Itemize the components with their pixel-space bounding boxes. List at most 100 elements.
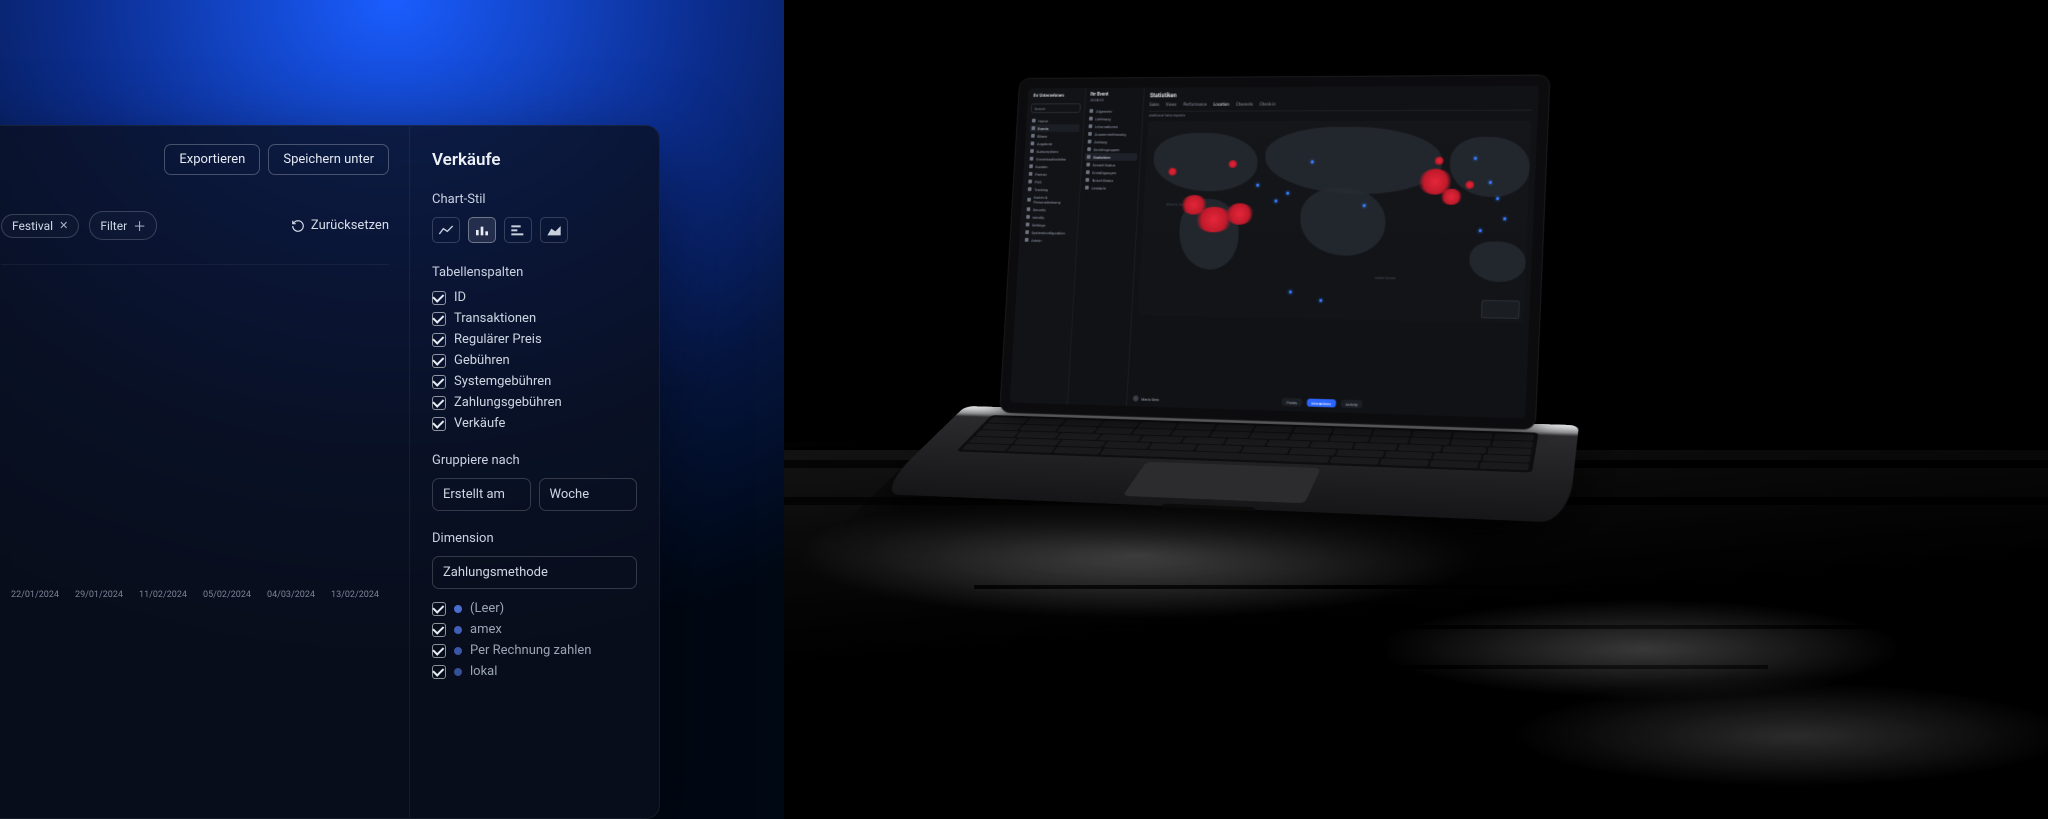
column-toggle[interactable]: Transaktionen [432,311,637,326]
filter-chip-festival[interactable]: Festival ✕ [1,214,79,238]
subnav-item[interactable]: Zusammenfassung [1086,130,1139,138]
menu-icon [1089,117,1093,121]
subnav-label: Bestell-Status [1093,162,1116,167]
menu-icon [1028,180,1032,184]
tab[interactable]: Views [1166,103,1177,108]
menu-icon [1025,230,1029,234]
checkbox[interactable] [432,312,446,326]
reset-button[interactable]: Zurücksetzen [291,218,389,233]
keyboard [956,415,1539,473]
chart-style-hbar[interactable] [504,217,532,243]
chart-style-bar[interactable] [468,217,496,243]
dimension-label: Per Rechnung zahlen [470,643,591,658]
user-chip[interactable]: Maria Stein [1133,395,1160,402]
subnav-item[interactable]: Statistiken [1085,153,1138,161]
sidebar-label: Home [1038,118,1048,123]
search-input[interactable]: Search [1031,103,1081,113]
sidebar-item[interactable]: Vorverkaufsstellen [1028,155,1078,163]
config-sidebar: Verkäufe Chart-Stil Tabellenspalten IDTr… [409,126,659,818]
sidebar-label: Partner [1035,172,1047,177]
sidebar-label: Angebote [1037,141,1053,146]
sidebar-label: Security [1033,207,1046,212]
menu-icon [1089,109,1093,113]
export-button[interactable]: Exportieren [164,144,260,175]
minimap[interactable] [1481,300,1520,319]
subnav-item[interactable]: Verkäufe [1083,184,1136,192]
axis-tick: 13/02/2024 [323,590,387,600]
dimension-item[interactable]: amex [432,622,637,637]
sidebar-item[interactable]: Subscriptions [1028,147,1078,155]
sidebar-item[interactable]: Karten & Personalisierung [1025,193,1076,206]
group-by-interval-select[interactable]: Woche [539,478,638,511]
menu-icon [1030,157,1034,161]
chart-style-area[interactable] [540,217,568,243]
menu-icon [1029,172,1033,176]
checkbox[interactable] [432,602,446,616]
column-toggle[interactable]: Zahlungsgebühren [432,395,637,410]
checkbox[interactable] [432,354,446,368]
avatar [1133,395,1139,401]
menu-icon [1085,178,1089,182]
column-toggle[interactable]: Systemgebühren [432,374,637,389]
tab[interactable]: Location [1213,103,1229,108]
sidebar-label: Subscriptions [1036,149,1058,154]
subnav-item[interactable]: Zahlung [1086,138,1139,146]
legend-item[interactable]: Points [1282,398,1302,407]
subnav-item[interactable]: Eintrittsgruppen [1085,145,1138,153]
subnav-item[interactable]: Bestell-Status [1084,161,1137,169]
chart-style-line[interactable] [432,217,460,243]
filter-chip-add[interactable]: Filter ＋ [89,211,157,240]
menu-icon [1085,186,1089,190]
column-label: Gebühren [454,353,510,368]
axis-tick: 22/01/2024 [3,590,67,600]
checkbox[interactable] [432,375,446,389]
group-by-field-select[interactable]: Erstellt am [432,478,531,511]
sidebar-item[interactable]: Angebote [1029,140,1079,148]
dimension-select[interactable]: Zahlungsmethode [432,556,637,589]
save-as-button[interactable]: Speichern unter [268,144,389,175]
dimension-item[interactable]: (Leer) [432,601,637,616]
checkbox[interactable] [432,665,446,679]
close-icon[interactable]: ✕ [59,219,68,232]
sidebar-item[interactable]: Admin [1023,236,1073,244]
subnav-label: Allgemein [1096,108,1112,113]
sidebar-item[interactable]: Kunden [1027,162,1077,170]
laptop-screen: Ihr Unternehmen Search HomeEventsBilanzA… [1010,86,1539,419]
checkbox[interactable] [432,623,446,637]
sidebar-item[interactable]: Home [1030,117,1080,125]
extra-tabs[interactable]: Additional Data requests [1149,113,1532,118]
sidebar-item[interactable]: Bilanz [1029,132,1079,140]
sidebar-item[interactable]: Events [1030,124,1080,132]
axis-tick: 05/02/2024 [195,590,259,600]
checkbox[interactable] [432,644,446,658]
checkbox[interactable] [432,333,446,347]
menu-icon [1089,124,1093,128]
subnav-item[interactable]: Allgemein [1087,107,1140,115]
subnav-label: Statistiken [1093,154,1110,159]
column-toggle[interactable]: Regulärer Preis [432,332,637,347]
plus-icon: ＋ [133,216,146,235]
tab[interactable]: Sales [1149,103,1159,108]
subnav-label: Informationen [1095,124,1118,129]
column-toggle[interactable]: ID [432,290,637,305]
subnav-item[interactable]: Informationen [1087,122,1140,130]
checkbox[interactable] [432,417,446,431]
refresh-icon [291,219,305,233]
checkbox[interactable] [432,396,446,410]
group-by-label: Gruppiere nach [432,453,637,468]
legend-item[interactable]: Interactions [1306,399,1336,408]
legend-item[interactable]: Activity [1340,400,1362,409]
subnav-label: Zusammenfassung [1094,131,1126,136]
world-map[interactable]: Atlantic Ocean Indian Ocean [1138,121,1532,323]
checkbox[interactable] [432,291,446,305]
tab[interactable]: Channels [1236,103,1253,108]
dimension-item[interactable]: Per Rechnung zahlen [432,643,637,658]
tab[interactable]: Check-in [1259,103,1275,108]
dimension-item[interactable]: lokal [432,664,637,679]
tab[interactable]: Performance [1183,103,1207,108]
column-toggle[interactable]: Verkäufe [432,416,637,431]
color-dot [454,605,462,613]
column-toggle[interactable]: Gebühren [432,353,637,368]
menu-icon [1031,134,1035,138]
subnav-item[interactable]: Lieferung [1087,115,1140,123]
